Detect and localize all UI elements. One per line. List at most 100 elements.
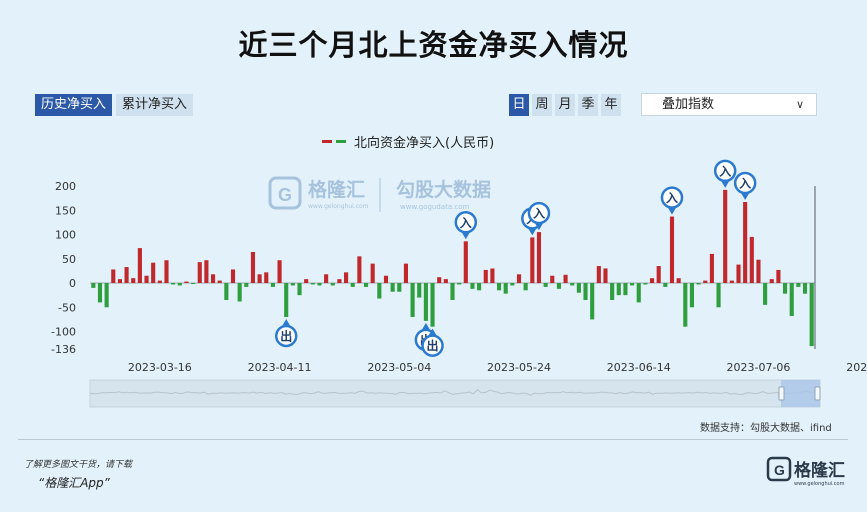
- bar[interactable]: [144, 275, 149, 284]
- bar[interactable]: [250, 251, 256, 284]
- bar[interactable]: [284, 283, 289, 317]
- bar[interactable]: [689, 283, 695, 308]
- bar[interactable]: [703, 280, 708, 284]
- bar[interactable]: [297, 283, 302, 296]
- bar[interactable]: [290, 283, 295, 286]
- bar[interactable]: [184, 281, 189, 284]
- bar[interactable]: [796, 283, 801, 287]
- bar[interactable]: [363, 283, 369, 287]
- bar[interactable]: [137, 248, 142, 284]
- bar[interactable]: [516, 274, 522, 284]
- bar[interactable]: [370, 263, 375, 284]
- bar[interactable]: [536, 232, 542, 284]
- bar[interactable]: [390, 283, 395, 292]
- bar[interactable]: [763, 283, 768, 305]
- bar[interactable]: [131, 278, 136, 284]
- bar[interactable]: [164, 260, 169, 284]
- bar[interactable]: [337, 279, 342, 284]
- bar[interactable]: [423, 283, 428, 321]
- bar[interactable]: [217, 280, 222, 284]
- bar[interactable]: [596, 266, 601, 284]
- bar[interactable]: [377, 283, 382, 299]
- bar[interactable]: [783, 283, 788, 294]
- bar[interactable]: [636, 283, 641, 303]
- bar[interactable]: [676, 278, 681, 284]
- bar[interactable]: [709, 253, 714, 284]
- bar[interactable]: [550, 275, 555, 284]
- bar[interactable]: [663, 283, 668, 287]
- bar[interactable]: [543, 283, 548, 287]
- bar[interactable]: [802, 283, 808, 294]
- bar[interactable]: [417, 283, 422, 298]
- bar[interactable]: [117, 279, 122, 284]
- bar[interactable]: [749, 236, 754, 284]
- buy-marker[interactable]: 入: [454, 211, 478, 240]
- bar[interactable]: [743, 202, 748, 284]
- bar[interactable]: [736, 264, 741, 284]
- bar[interactable]: [756, 259, 761, 284]
- bar[interactable]: [151, 262, 156, 284]
- bar[interactable]: [330, 283, 335, 286]
- bar[interactable]: [610, 283, 615, 301]
- bar[interactable]: [530, 237, 535, 284]
- bar[interactable]: [716, 283, 721, 308]
- bar[interactable]: [563, 274, 568, 284]
- navigator-left-handle[interactable]: [778, 386, 785, 401]
- bar[interactable]: [403, 263, 409, 284]
- bar[interactable]: [490, 268, 495, 284]
- bar[interactable]: [590, 283, 595, 320]
- bar[interactable]: [430, 283, 435, 327]
- bar[interactable]: [264, 272, 269, 284]
- navigator-selection[interactable]: [781, 380, 820, 407]
- bar[interactable]: [603, 268, 608, 284]
- bar[interactable]: [344, 272, 349, 284]
- bar[interactable]: [104, 283, 109, 308]
- bar[interactable]: [317, 283, 322, 286]
- bar[interactable]: [111, 269, 116, 284]
- bar[interactable]: [483, 269, 488, 284]
- bar[interactable]: [457, 283, 462, 285]
- bar[interactable]: [230, 269, 236, 284]
- bar[interactable]: [357, 256, 362, 284]
- buy-marker[interactable]: 入: [713, 159, 737, 188]
- bar[interactable]: [97, 283, 103, 303]
- bar[interactable]: [643, 283, 648, 285]
- bar[interactable]: [503, 283, 508, 294]
- bar[interactable]: [124, 267, 129, 284]
- bar[interactable]: [210, 274, 216, 284]
- bar[interactable]: [91, 283, 96, 288]
- bar[interactable]: [310, 283, 315, 285]
- bar[interactable]: [576, 283, 581, 293]
- bar[interactable]: [570, 283, 575, 286]
- bar[interactable]: [776, 269, 781, 284]
- bar[interactable]: [769, 279, 774, 284]
- bar[interactable]: [397, 283, 402, 292]
- bar[interactable]: [204, 260, 209, 284]
- bar[interactable]: [556, 283, 561, 289]
- bar[interactable]: [224, 283, 229, 301]
- bar[interactable]: [443, 279, 448, 284]
- bar[interactable]: [410, 283, 415, 317]
- bar[interactable]: [450, 283, 455, 301]
- buy-marker[interactable]: 入: [733, 171, 757, 201]
- bar[interactable]: [623, 283, 628, 296]
- bar[interactable]: [157, 280, 162, 284]
- bar[interactable]: [324, 274, 329, 284]
- bar[interactable]: [723, 189, 728, 284]
- bar[interactable]: [244, 283, 249, 287]
- bar[interactable]: [257, 274, 262, 284]
- bar[interactable]: [304, 279, 309, 284]
- bar[interactable]: [809, 283, 814, 347]
- bar[interactable]: [523, 283, 528, 291]
- bar[interactable]: [270, 283, 275, 287]
- bar[interactable]: [197, 262, 202, 284]
- bar[interactable]: [510, 283, 515, 286]
- navigator-right-handle[interactable]: [814, 386, 821, 401]
- sell-marker[interactable]: 出: [274, 318, 298, 348]
- bar[interactable]: [177, 283, 182, 286]
- bar[interactable]: [789, 283, 794, 317]
- bar[interactable]: [583, 283, 588, 301]
- bar[interactable]: [191, 283, 196, 285]
- bar[interactable]: [649, 278, 655, 284]
- bar[interactable]: [683, 283, 688, 327]
